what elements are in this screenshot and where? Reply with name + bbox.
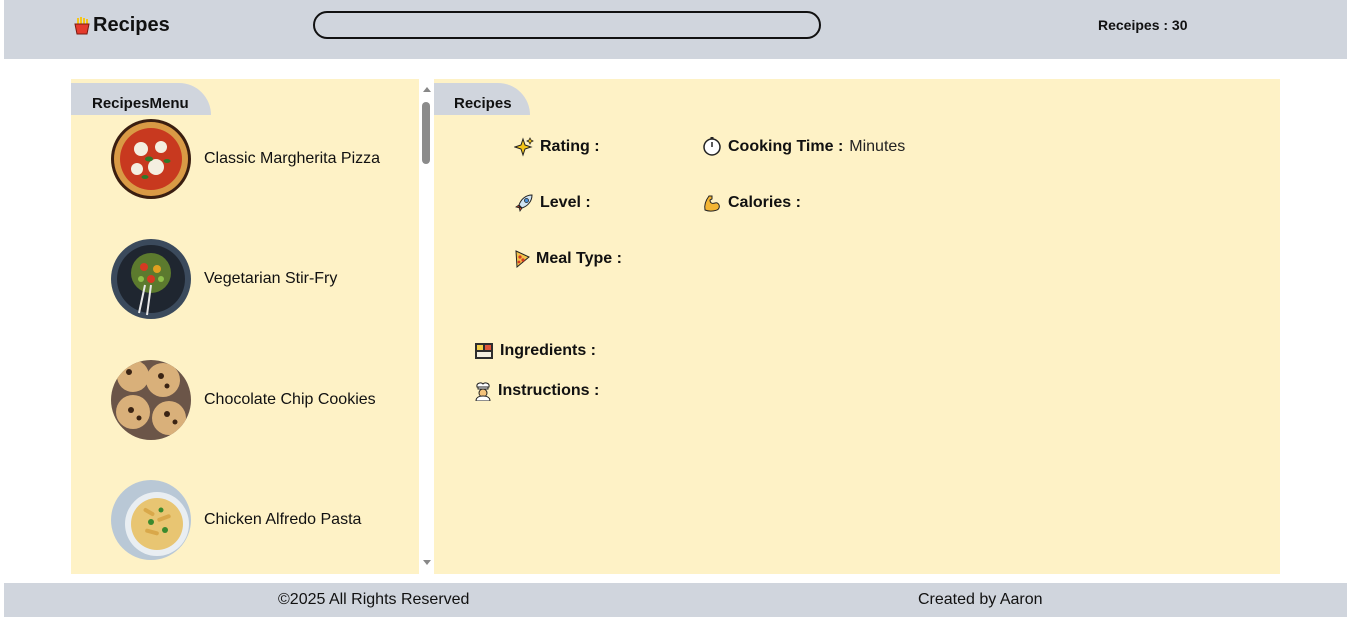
list-item[interactable]: Classic Margherita Pizza	[111, 119, 411, 199]
header-bar: Recipes Receipes : 30	[4, 0, 1347, 59]
rocket-icon	[514, 193, 534, 213]
meal-type-label: Meal Type :	[536, 250, 622, 267]
level-label: Level :	[540, 194, 591, 211]
recipe-detail-panel: Recipes Rating : Cooking Time : Minutes	[434, 79, 1280, 574]
cookies-image	[111, 360, 191, 440]
scroll-thumb[interactable]	[422, 102, 430, 164]
detail-title: Recipes	[454, 95, 512, 112]
list-item[interactable]: Chocolate Chip Cookies	[111, 360, 411, 440]
list-item[interactable]: Vegetarian Stir-Fry	[111, 239, 411, 319]
ingredients-field: Ingredients :	[474, 341, 596, 361]
app-title: Recipes	[93, 14, 170, 36]
stopwatch-icon	[702, 137, 722, 157]
recipe-count: Receipes : 30	[1098, 17, 1188, 33]
scroll-down-arrow-icon[interactable]	[423, 560, 431, 565]
pizza-image	[111, 119, 191, 199]
stir-fry-image	[111, 239, 191, 319]
level-field: Level :	[514, 193, 591, 213]
copyright-text: ©2025 All Rights Reserved	[278, 591, 470, 608]
cooking-time-unit: Minutes	[849, 138, 906, 155]
cooking-time-label: Cooking Time :	[728, 138, 844, 155]
calories-label: Calories :	[728, 194, 801, 211]
recipes-menu: RecipesMenu Classic Margherita Pizza Veg…	[71, 79, 419, 574]
cook-icon	[474, 381, 492, 402]
menu-title: RecipesMenu	[92, 95, 189, 112]
list-item-label: Chicken Alfredo Pasta	[204, 511, 362, 528]
menu-tab: RecipesMenu	[71, 83, 211, 115]
list-item-label: Vegetarian Stir-Fry	[204, 270, 338, 287]
sparkles-icon	[513, 137, 534, 157]
bento-box-icon	[474, 341, 494, 361]
list-item[interactable]: Chicken Alfredo Pasta	[111, 480, 411, 560]
list-item-label: Classic Margherita Pizza	[204, 150, 381, 167]
rating-label: Rating :	[540, 138, 600, 155]
menu-scrollbar[interactable]	[420, 84, 433, 568]
search-input[interactable]	[313, 11, 821, 39]
calories-field: Calories :	[702, 193, 801, 213]
credit-text: Created by Aaron	[918, 591, 1043, 608]
instructions-field: Instructions :	[474, 381, 600, 402]
pizza-slice-icon	[514, 249, 530, 269]
cooking-time-field: Cooking Time : Minutes	[702, 137, 905, 157]
pasta-image	[111, 480, 191, 560]
detail-tab: Recipes	[434, 83, 530, 115]
scroll-up-arrow-icon[interactable]	[423, 87, 431, 92]
flexed-bicep-icon	[702, 193, 722, 213]
instructions-label: Instructions :	[498, 382, 600, 399]
ingredients-label: Ingredients :	[500, 342, 597, 359]
fries-icon	[73, 16, 91, 35]
meal-type-field: Meal Type :	[514, 249, 622, 269]
brand[interactable]: Recipes	[73, 14, 170, 37]
footer-bar: ©2025 All Rights Reserved Created by Aar…	[4, 583, 1347, 617]
list-item-label: Chocolate Chip Cookies	[204, 391, 376, 408]
rating-field: Rating :	[513, 137, 600, 157]
